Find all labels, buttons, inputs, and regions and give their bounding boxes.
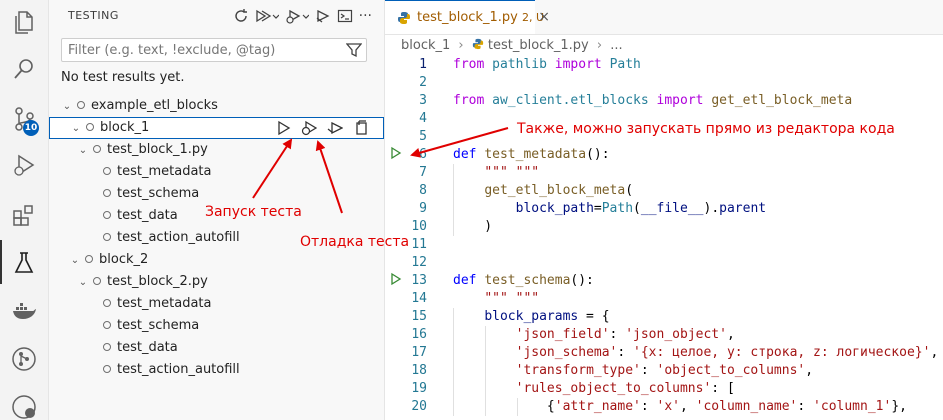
arrow-to-run: [252, 138, 293, 199]
arrow-to-gutter: [410, 127, 509, 158]
annotation-arrows: [252, 127, 509, 214]
arrow-to-debug: [315, 140, 343, 214]
